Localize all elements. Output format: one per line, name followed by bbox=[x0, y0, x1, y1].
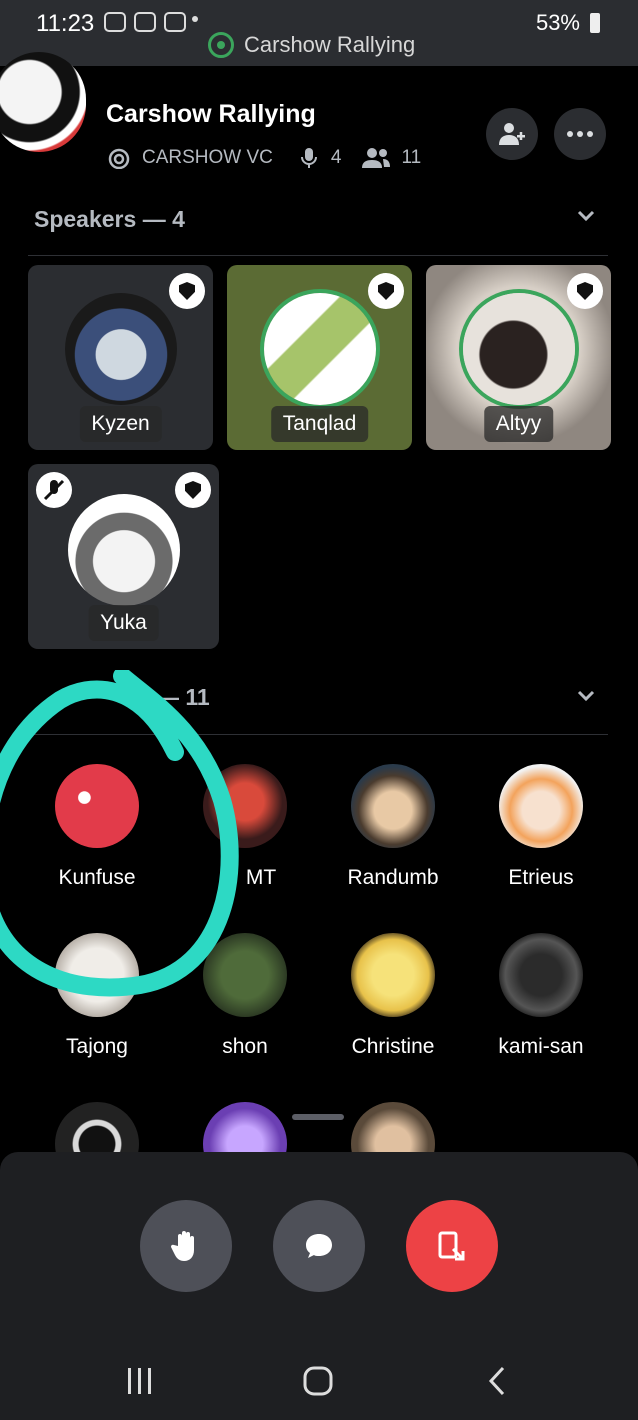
speaker-avatar bbox=[68, 494, 180, 606]
stage-channel-icon bbox=[108, 148, 130, 169]
audience-member[interactable]: Etrieus bbox=[466, 764, 616, 890]
moderator-badge-icon bbox=[169, 273, 205, 309]
invite-button[interactable] bbox=[486, 108, 538, 160]
status-time: 11:23 bbox=[36, 10, 95, 37]
ellipsis-icon bbox=[567, 131, 593, 137]
stage-meta: CARSHOW VC 4 11 bbox=[106, 146, 421, 170]
audience-member[interactable]: Christine bbox=[318, 933, 468, 1059]
status-bar: 11:23 53% Carshow Rallying bbox=[0, 0, 638, 66]
battery-percent: 53% bbox=[535, 10, 580, 35]
moderator-badge-icon bbox=[567, 273, 603, 309]
audience-name: Tajong bbox=[66, 1035, 128, 1058]
members-icon bbox=[362, 148, 391, 168]
notification-icons bbox=[104, 12, 186, 32]
speaker-tile[interactable]: Altyy bbox=[426, 265, 611, 450]
ongoing-call-label: Carshow Rallying bbox=[244, 32, 416, 57]
channel-name: CARSHOW VC bbox=[142, 147, 273, 168]
more-options-button[interactable] bbox=[554, 108, 606, 160]
leave-stage-button[interactable] bbox=[406, 1200, 498, 1292]
system-icons: 53% bbox=[536, 10, 600, 36]
audience-avatar bbox=[351, 764, 435, 848]
recent-apps-icon[interactable] bbox=[126, 1362, 154, 1402]
audience-name: kami-san bbox=[498, 1035, 584, 1058]
raise-hand-button[interactable] bbox=[140, 1200, 232, 1292]
stage-live-icon bbox=[208, 32, 234, 58]
leave-icon bbox=[438, 1231, 465, 1261]
hand-icon bbox=[170, 1231, 194, 1261]
speaker-name: Kyzen bbox=[79, 406, 162, 442]
audience-member[interactable]: kami-san bbox=[466, 933, 616, 1059]
speakers-heading[interactable]: Speakers — 4 bbox=[34, 206, 185, 233]
speaker-tile[interactable]: Yuka bbox=[28, 464, 219, 649]
annotation-circle bbox=[0, 670, 239, 997]
audience-avatar bbox=[499, 933, 583, 1017]
battery-icon bbox=[590, 13, 600, 33]
audience-member[interactable]: Randumb bbox=[318, 764, 468, 890]
speaker-name: Altyy bbox=[483, 406, 554, 442]
speaker-count: 4 bbox=[330, 147, 342, 168]
chat-bubble-icon bbox=[306, 1234, 332, 1258]
chevron-down-icon[interactable] bbox=[576, 686, 596, 706]
muted-mic-icon bbox=[36, 472, 72, 508]
speaker-tile[interactable]: Kyzen bbox=[28, 265, 213, 450]
home-icon[interactable] bbox=[302, 1362, 334, 1402]
add-member-icon bbox=[499, 123, 525, 145]
speaker-avatar bbox=[463, 293, 575, 405]
listener-count: 11 bbox=[401, 147, 422, 168]
server-avatar[interactable] bbox=[0, 52, 86, 152]
stage-title: Carshow Rallying bbox=[106, 100, 316, 128]
speaker-avatar bbox=[264, 293, 376, 405]
audience-avatar bbox=[499, 764, 583, 848]
speaker-name: Tanqlad bbox=[270, 406, 369, 442]
speaker-tile[interactable]: Tanqlad bbox=[227, 265, 412, 450]
back-icon[interactable] bbox=[486, 1362, 508, 1402]
moderator-badge-icon bbox=[175, 472, 211, 508]
audience-name: Randumb bbox=[347, 866, 439, 889]
microphone-icon bbox=[300, 148, 317, 168]
more-notifications-icon bbox=[192, 16, 198, 22]
chevron-down-icon[interactable] bbox=[576, 206, 596, 226]
audience-name: Etrieus bbox=[508, 866, 574, 889]
speaker-name: Yuka bbox=[88, 605, 159, 641]
audience-name: shon bbox=[222, 1035, 268, 1058]
ongoing-call-indicator[interactable]: Carshow Rallying bbox=[208, 32, 415, 58]
audience-avatar bbox=[351, 933, 435, 1017]
speaker-avatar bbox=[65, 293, 177, 405]
drawer-handle[interactable] bbox=[292, 1114, 344, 1120]
chat-button[interactable] bbox=[273, 1200, 365, 1292]
moderator-badge-icon bbox=[368, 273, 404, 309]
section-divider bbox=[28, 255, 608, 256]
audience-name: Christine bbox=[351, 1035, 435, 1058]
